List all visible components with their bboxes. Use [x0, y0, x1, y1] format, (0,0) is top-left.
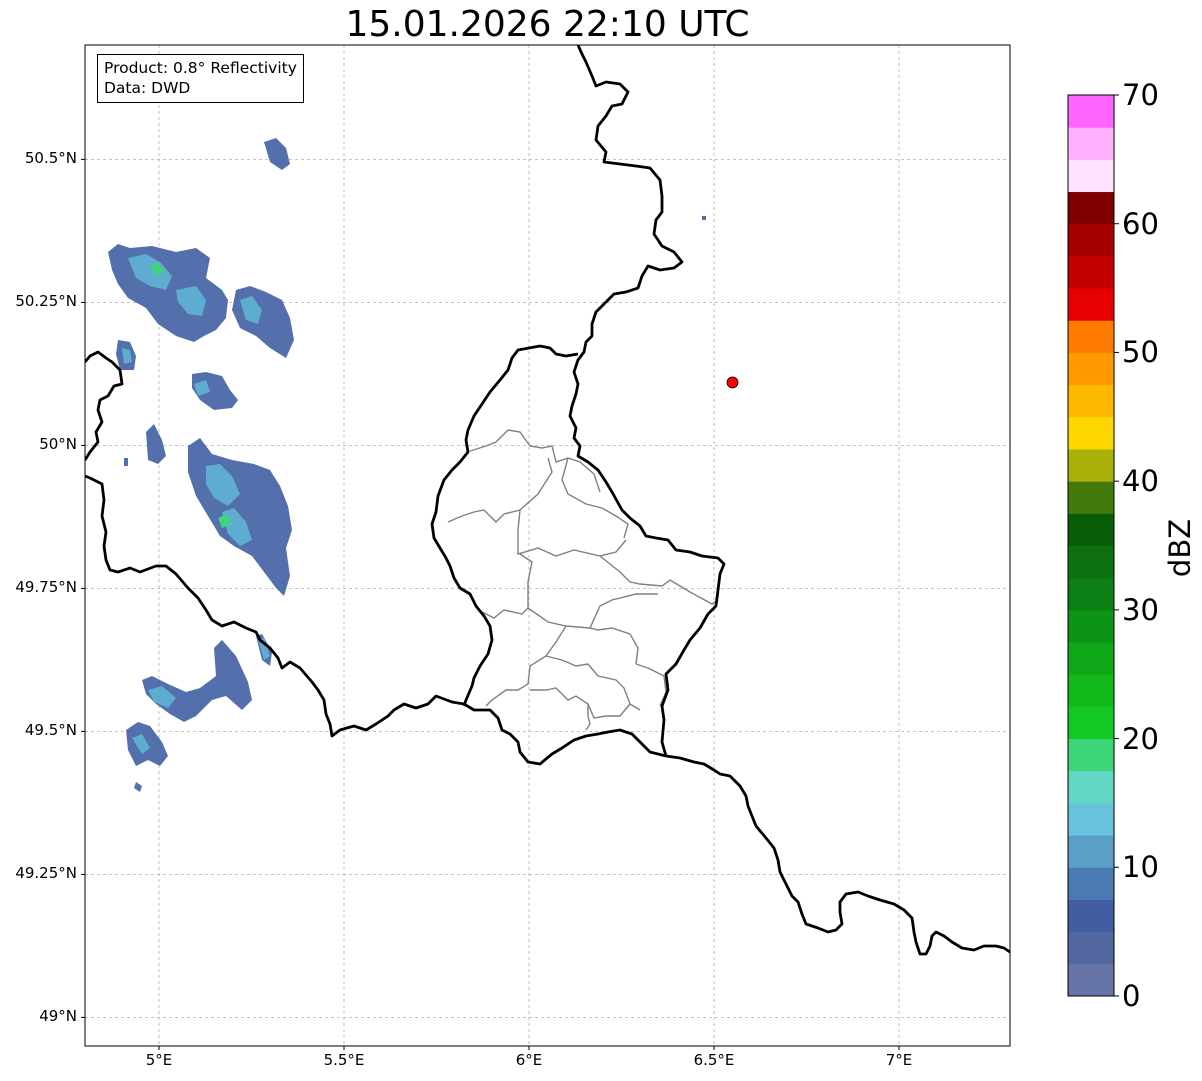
colorbar-segment [1068, 545, 1114, 579]
radar-site-marker [726, 376, 739, 389]
colorbar-segment [1068, 963, 1114, 997]
colorbar-segment [1068, 481, 1114, 514]
colorbar-segment [1068, 867, 1114, 900]
colorbar-segment [1068, 416, 1114, 450]
colorbar-segment [1068, 255, 1114, 289]
colorbar-segment [1068, 899, 1114, 933]
data-source-label: Data: DWD [104, 79, 191, 97]
colorbar-tick-label: 70 [1122, 78, 1159, 112]
x-tick-label: 6°E [515, 1051, 543, 1069]
colorbar-tick-label: 60 [1122, 206, 1159, 241]
colorbar [1068, 95, 1114, 997]
colorbar-segment [1068, 191, 1114, 225]
colorbar-segment [1068, 223, 1114, 257]
product-info-box: Product: 0.8° Reflectivity Data: DWD [97, 54, 304, 103]
x-tick-label: 5°E [145, 1051, 173, 1069]
y-tick-label: 50.25°N [15, 292, 77, 311]
x-tick-label: 7°E [885, 1051, 913, 1069]
y-tick-label: 49.5°N [24, 721, 77, 740]
colorbar-segment [1068, 674, 1114, 707]
y-tick-label: 49°N [39, 1007, 77, 1026]
colorbar-tick-label: 10 [1122, 850, 1159, 885]
colorbar-tick-label: 20 [1122, 721, 1159, 756]
colorbar-segment [1068, 770, 1114, 804]
colorbar-segment [1068, 642, 1114, 675]
colorbar-segment [1068, 320, 1114, 353]
colorbar-segment [1068, 931, 1114, 965]
colorbar-tick-label: 0 [1122, 979, 1141, 1013]
colorbar-segment [1068, 706, 1114, 740]
colorbar-segment [1068, 835, 1114, 868]
colorbar-segment [1068, 95, 1114, 128]
y-tick-label: 50.5°N [24, 149, 77, 168]
colorbar-label: dBZ [1163, 518, 1197, 578]
colorbar-segment [1068, 448, 1114, 482]
colorbar-segment [1068, 738, 1114, 772]
radar-map-figure [81, 44, 1119, 1050]
colorbar-segment [1068, 577, 1114, 611]
colorbar-segment [1068, 159, 1114, 193]
colorbar-segment [1068, 288, 1114, 321]
colorbar-segment [1068, 352, 1114, 386]
colorbar-tick-label: 50 [1122, 335, 1159, 370]
colorbar-tick-label: 30 [1122, 592, 1159, 627]
colorbar-segment [1068, 802, 1114, 836]
colorbar-segment [1068, 384, 1114, 418]
y-tick-label: 50°N [39, 435, 77, 454]
x-tick-label: 5.5°E [323, 1051, 365, 1069]
colorbar-tick-marks [1114, 94, 1119, 997]
colorbar-segment [1068, 127, 1114, 160]
colorbar-segment [1068, 513, 1114, 546]
product-label: Product: 0.8° Reflectivity [104, 59, 297, 77]
x-tick-label: 6.5°E [693, 1051, 735, 1069]
y-tick-label: 49.25°N [15, 864, 77, 883]
colorbar-segment [1068, 609, 1114, 643]
y-tick-label: 49.75°N [15, 578, 77, 597]
colorbar-tick-label: 40 [1122, 464, 1159, 499]
